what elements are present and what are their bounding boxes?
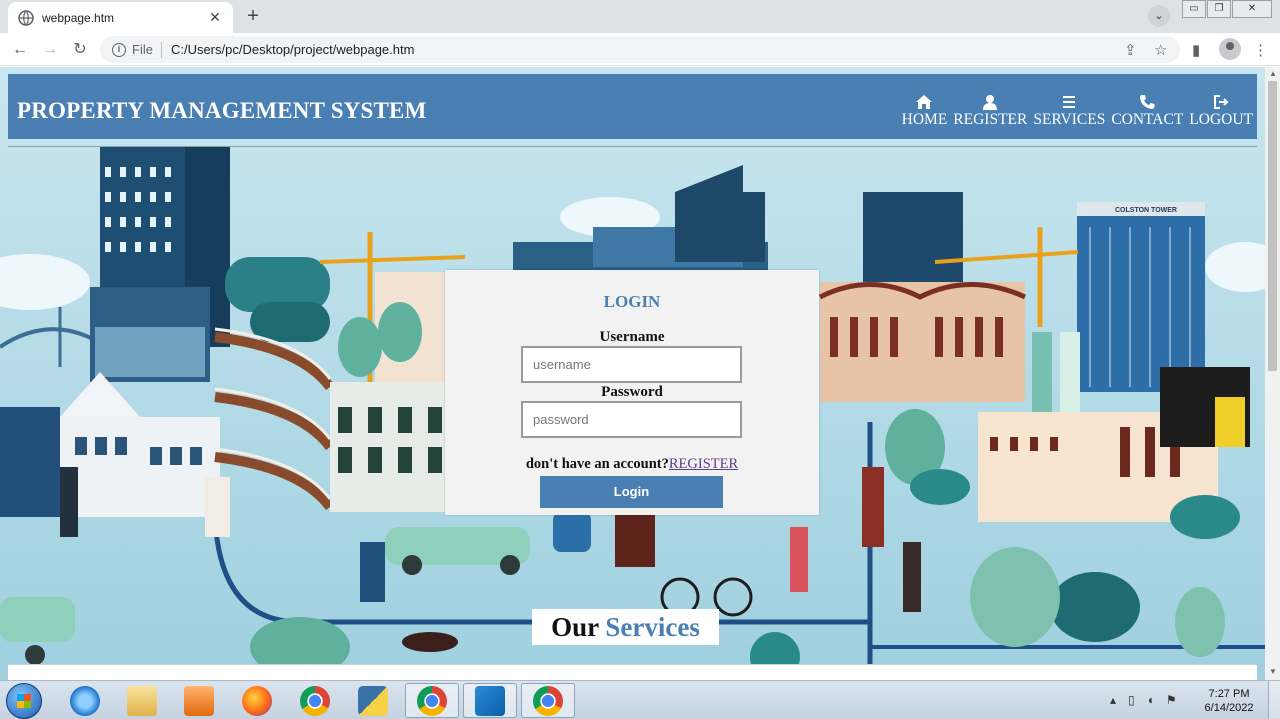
address-scheme-label: File (132, 42, 153, 57)
chrome-icon (533, 685, 563, 716)
show-desktop-button[interactable] (1268, 681, 1280, 719)
close-tab-icon[interactable]: ✕ (207, 9, 223, 26)
scroll-thumb[interactable] (1268, 81, 1277, 371)
menu-dots-icon[interactable]: ⋮ (1253, 41, 1268, 59)
register-prompt-text: don't have an account? (525, 456, 669, 472)
reload-icon[interactable]: ↻ (69, 39, 91, 61)
username-input[interactable] (521, 346, 742, 383)
action-center-flag-icon[interactable]: ⚑ (1166, 693, 1177, 707)
media-player-icon (184, 685, 214, 716)
login-form: LOGIN Username Password don't have an ac… (445, 270, 819, 515)
taskbar-python[interactable] (346, 683, 400, 718)
globe-icon (18, 9, 34, 26)
tab-strip: webpage.htm ✕ + ⌄ ▭ ❐ ✕ (0, 0, 1280, 33)
page-scrollbar[interactable]: ▲ ▼ (1265, 67, 1280, 680)
window-close-button[interactable]: ✕ (1232, 0, 1272, 18)
taskbar-chrome-3[interactable] (521, 683, 575, 718)
scroll-up-icon[interactable]: ▲ (1269, 69, 1277, 78)
clock-time: 7:27 PM (1208, 688, 1250, 700)
folder-icon (127, 685, 157, 716)
taskbar-file-explorer[interactable] (115, 683, 169, 718)
address-bar[interactable]: i File C:/Users/pc/Desktop/project/webpa… (100, 36, 1180, 63)
nav-services-label: SERVICES (1033, 111, 1106, 128)
show-hidden-icons-icon[interactable]: ▴ (1110, 693, 1116, 707)
services-heading-word1: Our (551, 612, 599, 642)
bookmark-star-icon[interactable]: ☆ (1154, 41, 1167, 59)
address-toolbar: ← → ↻ i File C:/Users/pc/Desktop/project… (0, 33, 1280, 66)
scroll-down-icon[interactable]: ▼ (1269, 667, 1277, 676)
our-services-heading: Our Services (532, 609, 719, 645)
battery-icon[interactable]: ▯ (1128, 693, 1135, 707)
nav-services[interactable]: SERVICES (1033, 94, 1105, 129)
register-link[interactable]: REGISTER (669, 456, 738, 472)
taskbar-chrome[interactable] (288, 683, 342, 718)
windows-taskbar: ▴ ▯ ◖ ⚑ 7:27 PM 6/14/2022 (0, 680, 1280, 719)
clock-date: 6/14/2022 (1204, 702, 1254, 714)
nav-register[interactable]: REGISTER (953, 94, 1027, 129)
register-prompt: don't have an account?REGISTER (445, 456, 819, 473)
address-url: C:/Users/pc/Desktop/project/webpage.htm (170, 42, 415, 57)
nav-home[interactable]: HOME (901, 94, 948, 129)
nav-logout[interactable]: LOGOUT (1189, 94, 1253, 129)
nav-contact[interactable]: CONTACT (1111, 94, 1183, 129)
taskbar-clock[interactable]: 7:27 PM 6/14/2022 (1198, 687, 1260, 715)
password-label: Password (601, 384, 663, 400)
page-viewport: COLSTON TOWER PROPERTY MANAGEMENT SYSTEM… (0, 67, 1265, 680)
profile-avatar-icon[interactable] (1219, 38, 1241, 60)
site-brand: PROPERTY MANAGEMENT SYSTEM (17, 98, 427, 123)
site-header: PROPERTY MANAGEMENT SYSTEM HOME REGISTER… (8, 74, 1257, 139)
bars-icon (1063, 96, 1076, 108)
login-button[interactable]: Login (540, 476, 723, 508)
new-tab-button[interactable]: + (242, 6, 264, 28)
chrome-icon (300, 685, 330, 716)
user-icon (983, 95, 998, 110)
maximize-button[interactable]: ❐ (1207, 0, 1231, 18)
volume-icon[interactable]: ◖ (1147, 693, 1154, 707)
taskbar-firefox[interactable] (230, 683, 284, 718)
password-input[interactable] (521, 401, 742, 438)
firefox-icon (242, 685, 272, 716)
tab-title: webpage.htm (42, 10, 115, 25)
system-tray: ▴ ▯ ◖ ⚑ (1110, 693, 1177, 707)
start-button[interactable] (6, 683, 42, 719)
python-icon (358, 685, 388, 716)
login-title: LOGIN (603, 292, 661, 311)
tab-search-chevron-icon[interactable]: ⌄ (1148, 5, 1170, 27)
taskbar-chrome-2[interactable] (405, 683, 459, 718)
colston-tower-sign: COLSTON TOWER (1115, 207, 1177, 214)
browser-tab[interactable]: webpage.htm ✕ (8, 2, 233, 33)
internet-explorer-icon (70, 685, 100, 716)
taskbar-vscode[interactable] (463, 683, 517, 718)
back-icon[interactable]: ← (9, 39, 31, 61)
info-icon[interactable]: i (112, 42, 126, 57)
forward-icon[interactable]: → (39, 39, 61, 61)
share-icon[interactable]: ⇪ (1124, 41, 1137, 59)
main-nav: HOME REGISTER SERVICES CONTACT LOGOUT (902, 94, 1253, 129)
vscode-icon (475, 685, 505, 716)
username-label: Username (599, 329, 665, 345)
nav-home-label: HOME (901, 111, 948, 128)
phone-icon (1140, 95, 1155, 109)
home-icon (916, 95, 933, 109)
sign-out-icon (1214, 95, 1229, 109)
nav-register-label: REGISTER (953, 111, 1028, 128)
services-heading-word2: Services (605, 612, 700, 642)
taskbar-internet-explorer[interactable] (58, 683, 112, 718)
side-panel-icon[interactable]: ▮ (1192, 41, 1200, 59)
chrome-icon (417, 685, 447, 716)
taskbar-media-player[interactable] (172, 683, 226, 718)
nav-contact-label: CONTACT (1111, 111, 1184, 128)
next-section-edge (8, 664, 1257, 680)
header-divider (8, 146, 1257, 147)
nav-logout-label: LOGOUT (1189, 111, 1253, 128)
minimize-button[interactable]: ▭ (1182, 0, 1206, 18)
address-separator (160, 41, 162, 58)
